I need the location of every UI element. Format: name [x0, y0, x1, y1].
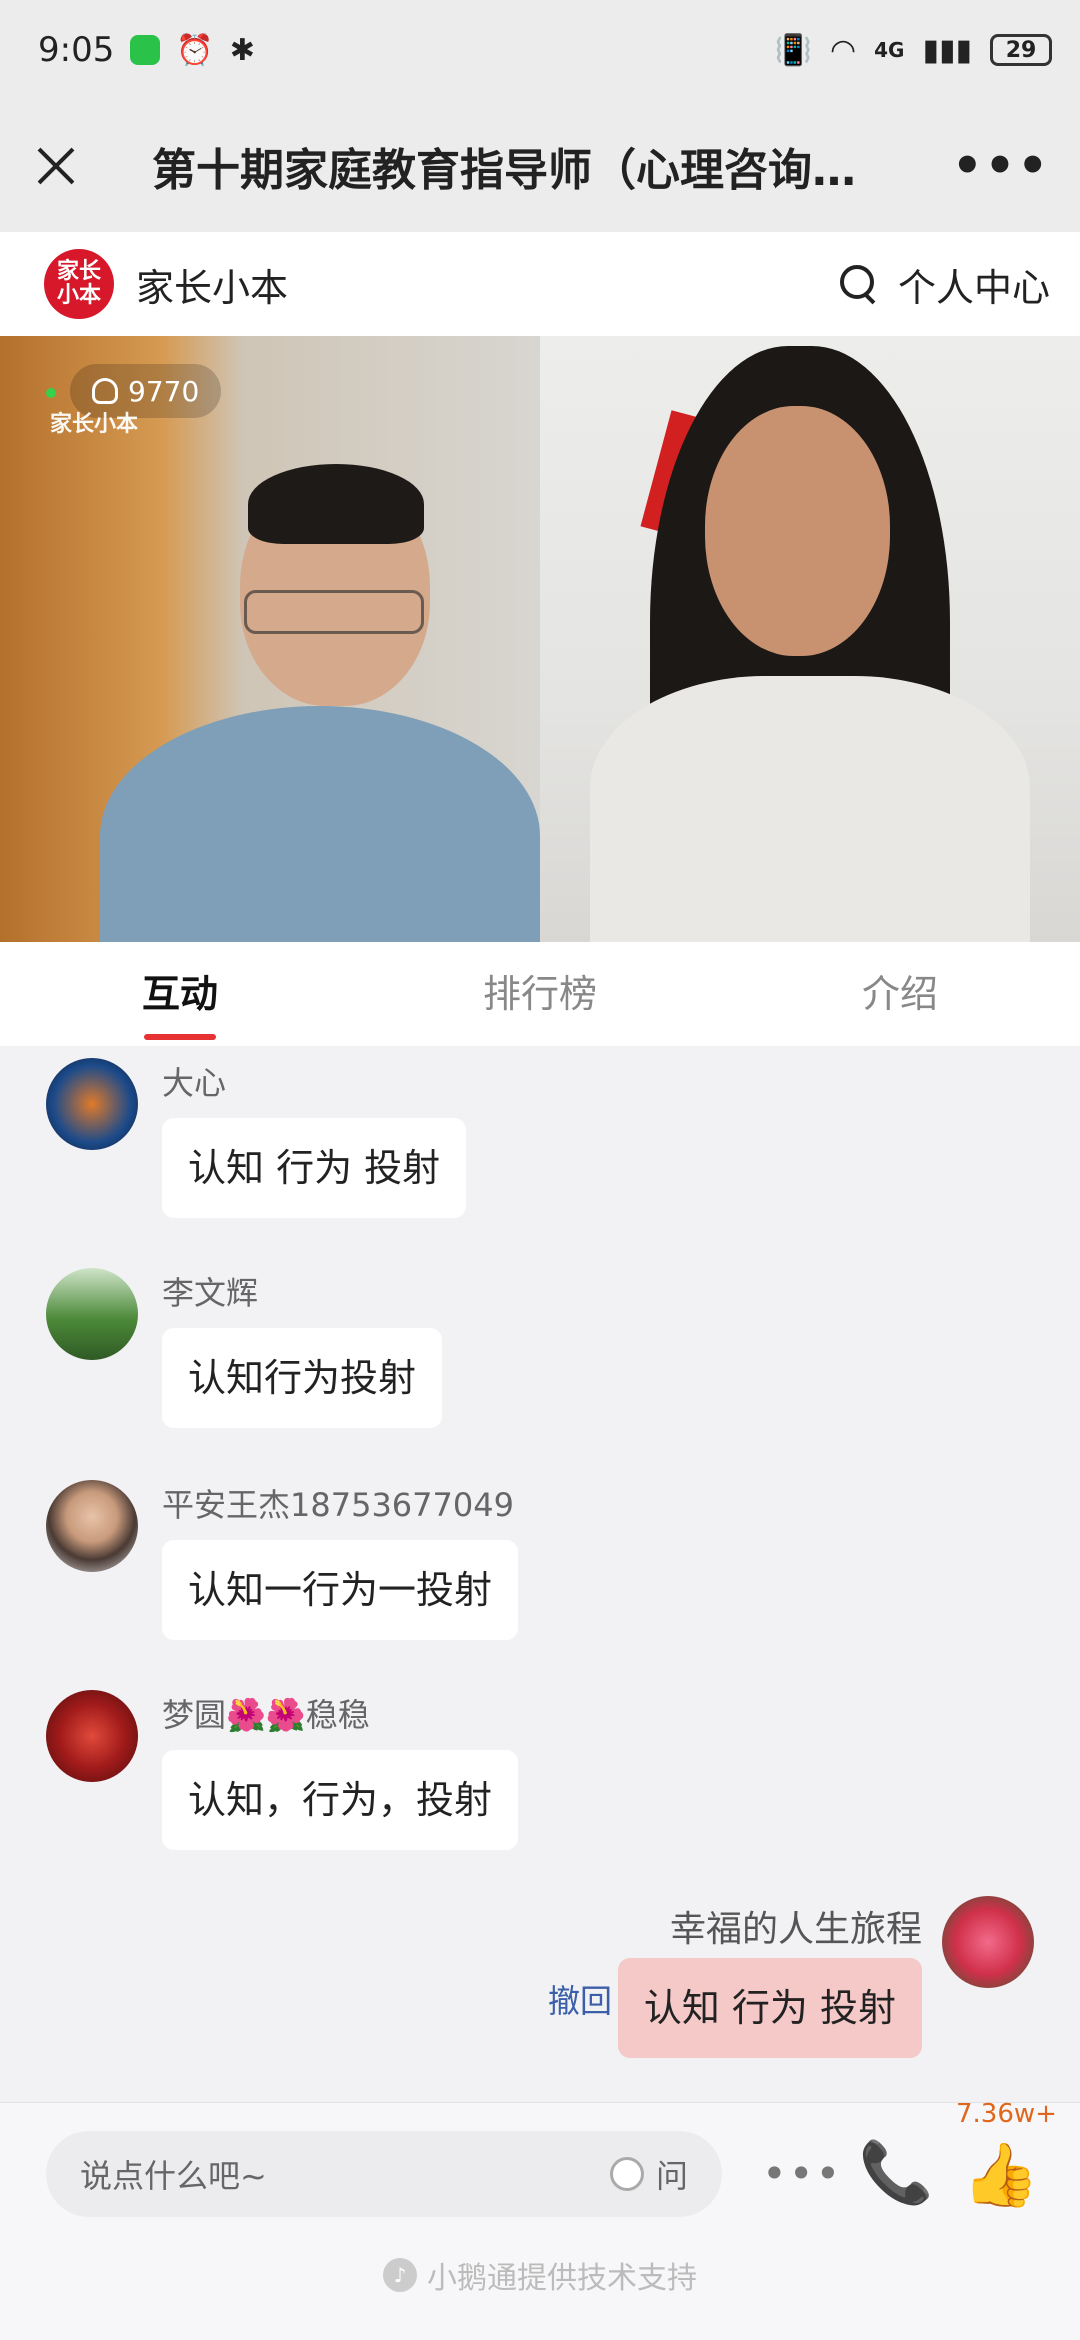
status-left: 9:05 ⏰ ✱ [38, 30, 255, 70]
bottom-bar: 说点什么吧~ 问 ••• 📞 7.36w+ 👍 ♪ 小鹅通提供技术支持 [0, 2099, 1080, 2340]
page-title: 第十期家庭教育指导师（心理咨询… [152, 145, 856, 196]
more-actions-icon[interactable]: ••• [762, 2131, 842, 2217]
avatar[interactable] [46, 1268, 138, 1360]
sender-name: 平安王杰18753677049 [162, 1486, 514, 1524]
header-right: 个人中心 [839, 257, 1050, 312]
tab-ranking[interactable]: 排行榜 [360, 942, 720, 1046]
tab-intro[interactable]: 介绍 [720, 942, 1080, 1046]
battery-level: 29 [1005, 37, 1037, 63]
title-bar: 第十期家庭教育指导师（心理咨询… ••• [0, 100, 1080, 232]
alarm-icon: ⏰ [176, 32, 214, 68]
live-video[interactable]: 9770 家长小本 [0, 336, 1080, 942]
music-note-icon: ♪ [383, 2258, 417, 2292]
message-bubble[interactable]: 认知 行为 投射 [617, 1958, 922, 2058]
sender-name: 大心 [162, 1064, 227, 1102]
more-menu-icon[interactable]: ••• [952, 138, 1050, 194]
ask-toggle[interactable]: 问 [609, 2151, 688, 2197]
status-right: 📳 ◠ 4G ▮▮▮ 29 [775, 33, 1052, 68]
signal-icon: ▮▮▮ [922, 32, 972, 68]
close-icon[interactable] [30, 140, 82, 192]
sender-name: 李文辉 [162, 1274, 259, 1312]
logo-text: 家长小本 [56, 259, 101, 308]
sender-name: 幸福的人生旅程 [669, 1909, 922, 1950]
brand-name[interactable]: 家长小本 [136, 257, 288, 312]
message-bubble[interactable]: 认知一行为一投射 [162, 1540, 519, 1640]
people-icon [92, 378, 118, 404]
withdraw-link[interactable]: 撤回 [548, 1976, 612, 2022]
thumbs-up-icon[interactable]: 👍 [962, 2137, 1039, 2213]
avatar[interactable] [46, 1058, 138, 1150]
wifi-icon: ◠ [829, 32, 857, 68]
tech-support-footer: ♪ 小鹅通提供技术支持 [0, 2253, 1080, 2297]
input-placeholder: 说点什么吧~ [80, 2157, 267, 2195]
support-text: 小鹅通提供技术支持 [427, 2261, 697, 2296]
live-indicator [46, 388, 56, 398]
search-icon[interactable] [839, 265, 878, 303]
message-bubble[interactable]: 认知行为投射 [162, 1328, 443, 1428]
network-type: 4G [874, 38, 905, 62]
clock: 9:05 [38, 30, 115, 70]
video-host-left[interactable]: 9770 家长小本 [0, 336, 540, 942]
message-bubble[interactable]: 认知 行为 投射 [162, 1118, 467, 1218]
wechat-icon [130, 35, 161, 65]
app-header: 家长小本 家长小本 个人中心 [0, 232, 1080, 336]
bluetooth-icon: ✱ [229, 32, 255, 68]
tab-interaction[interactable]: 互动 [0, 942, 360, 1046]
chat-list[interactable]: 大心 认知 行为 投射 李文辉 认知行为投射 平安王杰18753677049 认… [0, 1046, 1080, 2102]
sender-name: 梦圆🌺🌺稳稳 [162, 1696, 370, 1734]
avatar[interactable] [942, 1896, 1034, 1988]
ask-radio[interactable] [609, 2157, 644, 2191]
user-center-link[interactable]: 个人中心 [898, 257, 1050, 312]
phone-call-icon[interactable]: 📞 [858, 2135, 934, 2211]
comment-input[interactable]: 说点什么吧~ 问 [46, 2131, 722, 2217]
status-bar: 9:05 ⏰ ✱ 📳 ◠ 4G ▮▮▮ 29 [0, 0, 1080, 100]
viewer-count: 9770 [128, 374, 200, 408]
tab-bar: 互动 排行榜 介绍 [0, 942, 1080, 1046]
message-bubble[interactable]: 认知，行为，投射 [162, 1750, 519, 1850]
video-guest-right[interactable] [540, 336, 1080, 942]
avatar[interactable] [46, 1690, 138, 1782]
like-count: 7.36w+ [956, 2099, 1057, 2129]
brand-logo[interactable]: 家长小本 [44, 249, 114, 319]
battery-icon: 29 [990, 34, 1052, 66]
vibrate-icon: 📳 [774, 32, 812, 68]
avatar[interactable] [46, 1480, 138, 1572]
video-watermark: 家长小本 [50, 412, 139, 437]
ask-label: 问 [655, 2157, 688, 2195]
